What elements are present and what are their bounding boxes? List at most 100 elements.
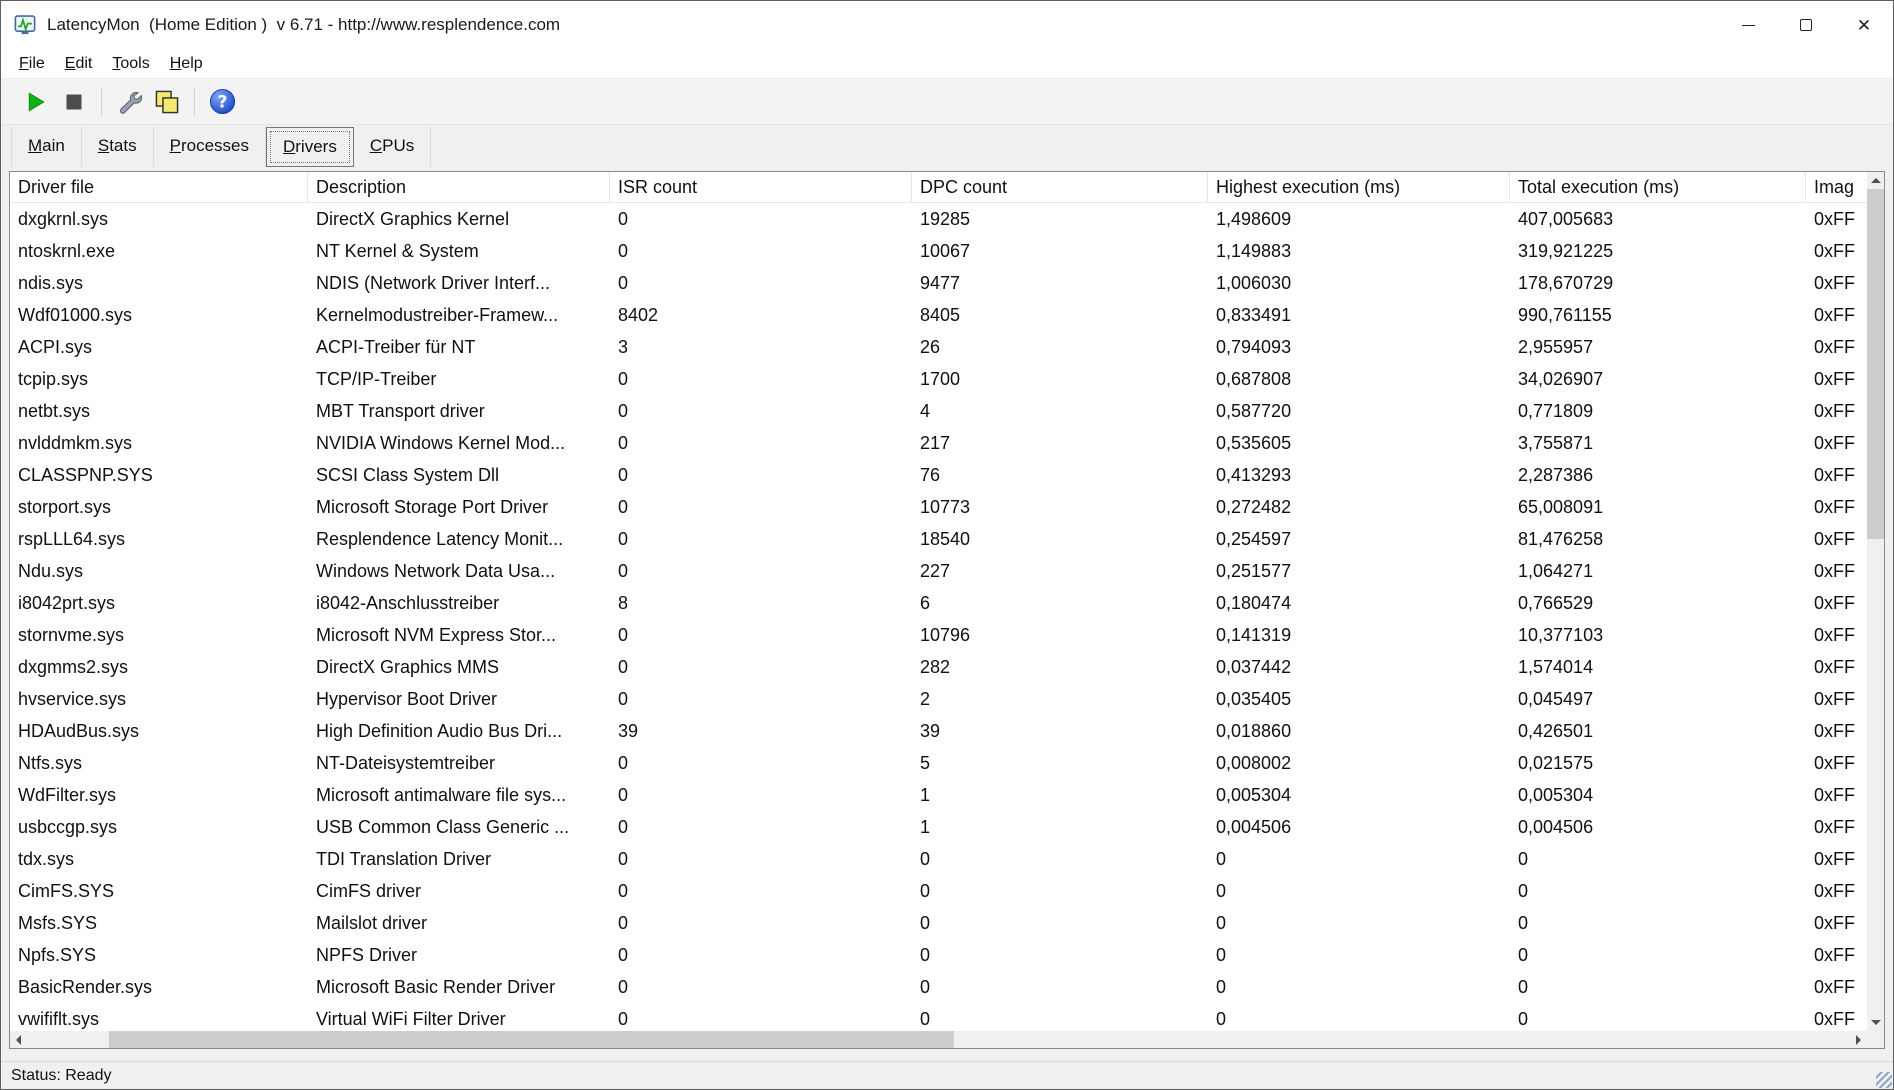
tab-stats[interactable]: Stats <box>82 127 154 167</box>
scroll-up-button[interactable] <box>1867 172 1884 189</box>
scroll-down-button[interactable] <box>1867 1014 1884 1031</box>
horizontal-scrollbar[interactable] <box>10 1031 1867 1048</box>
resize-grip[interactable] <box>1876 1072 1892 1088</box>
table-cell: 0xFF <box>1814 369 1856 389</box>
table-cell: 8402 <box>618 305 659 325</box>
table-cell: 0,004506 <box>1518 817 1594 837</box>
table-cell: 0 <box>920 881 931 901</box>
table-cell: 0 <box>920 1009 931 1029</box>
table-cell: 282 <box>920 657 951 677</box>
table-row[interactable]: Npfs.SYS NPFS Driver 0 0 0 0 0xFF <box>10 939 1867 971</box>
table-row[interactable]: tcpip.sys TCP/IP-Treiber 0 1700 0,687808 34,0… <box>10 363 1867 395</box>
menu-file[interactable]: File <box>9 49 55 78</box>
table-row[interactable]: ACPI.sys ACPI-Treiber für NT 3 26 0,794093 2,… <box>10 331 1867 363</box>
vertical-scrollbar-thumb[interactable] <box>1867 189 1884 539</box>
scroll-left-button[interactable] <box>10 1031 27 1048</box>
table-cell: CimFS driver <box>316 881 422 901</box>
table-cell: 0xFF <box>1814 945 1856 965</box>
menu-help[interactable]: Help <box>160 49 213 78</box>
tab-processes[interactable]: Processes <box>154 127 266 167</box>
table-cell: SCSI Class System Dll <box>316 465 500 485</box>
table-row[interactable]: BasicRender.sys Microsoft Basic Render Dr… <box>10 971 1867 1003</box>
table-cell: 0,587720 <box>1216 401 1292 421</box>
table-cell: nvlddmkm.sys <box>18 433 133 453</box>
table-cell: DirectX Graphics Kernel <box>316 209 510 229</box>
table-cell: 0 <box>618 849 629 869</box>
column-header-highest-execution-ms-[interactable]: Highest execution (ms) <box>1208 172 1510 202</box>
table-cell: 0,037442 <box>1216 657 1292 677</box>
table-row[interactable]: Ndu.sys Windows Network Data Usa... 0 227 0,… <box>10 555 1867 587</box>
tab-cpus[interactable]: CPUs <box>354 127 432 167</box>
table-row[interactable]: Ntfs.sys NT-Dateisystemtreiber 0 5 0,008002 0… <box>10 747 1867 779</box>
column-header-description[interactable]: Description <box>308 172 610 202</box>
tab-drivers[interactable]: Drivers <box>265 127 354 167</box>
table-cell: 10796 <box>920 625 971 645</box>
scroll-right-button[interactable] <box>1850 1031 1867 1048</box>
minimize-button[interactable] <box>1719 1 1777 49</box>
table-row[interactable]: HDAudBus.sys High Definition Audio Bus Dr… <box>10 715 1867 747</box>
stop-monitor-button[interactable] <box>55 83 93 121</box>
tab-main[interactable]: Main <box>11 127 82 167</box>
column-header-total-execution-ms-[interactable]: Total execution (ms) <box>1510 172 1806 202</box>
table-row[interactable]: hvservice.sys Hypervisor Boot Driver 0 2 0,0… <box>10 683 1867 715</box>
column-header-driver-file[interactable]: Driver file <box>10 172 308 202</box>
table-cell: 0 <box>618 561 629 581</box>
close-button[interactable]: ✕ <box>1835 1 1893 49</box>
table-cell: 178,670729 <box>1518 273 1614 293</box>
table-cell: Npfs.SYS <box>18 945 97 965</box>
table-row[interactable]: CLASSPNP.SYS SCSI Class System Dll 0 76 0,41… <box>10 459 1867 491</box>
table-cell: 0xFF <box>1814 977 1856 997</box>
table-cell: Kernelmodustreiber-Framew... <box>316 305 559 325</box>
table-row[interactable]: CimFS.SYS CimFS driver 0 0 0 0 0xFF <box>10 875 1867 907</box>
vertical-scrollbar[interactable] <box>1867 172 1884 1031</box>
titlebar: LatencyMon (Home Edition ) v 6.71 - http… <box>1 1 1893 49</box>
table-cell: 1 <box>920 817 931 837</box>
table-cell: 0 <box>920 913 931 933</box>
table-cell: 0,045497 <box>1518 689 1594 709</box>
table-row[interactable]: netbt.sys MBT Transport driver 0 4 0,587720 0… <box>10 395 1867 427</box>
table-cell: 0xFF <box>1814 529 1856 549</box>
table-cell: WdFilter.sys <box>18 785 117 805</box>
toolbar-separator <box>194 87 195 116</box>
table-cell: 1,149883 <box>1216 241 1292 261</box>
table-row[interactable]: usbccgp.sys USB Common Class Generic ... 0… <box>10 811 1867 843</box>
table-cell: 0 <box>920 977 931 997</box>
table-row[interactable]: Msfs.SYS Mailslot driver 0 0 0 0 0xFF <box>10 907 1867 939</box>
help-button[interactable]: ? <box>203 83 241 121</box>
table-cell: 0 <box>618 401 629 421</box>
table-cell: 0,535605 <box>1216 433 1292 453</box>
table-row[interactable]: vwififlt.sys Virtual WiFi Filter Driver 0 0… <box>10 1003 1867 1031</box>
start-monitor-button[interactable] <box>17 83 55 121</box>
maximize-button[interactable] <box>1777 1 1835 49</box>
table-cell: 0 <box>618 273 629 293</box>
column-header-isr-count[interactable]: ISR count <box>610 172 912 202</box>
horizontal-scrollbar-thumb[interactable] <box>109 1031 954 1048</box>
table-cell: tdx.sys <box>18 849 75 869</box>
menu-tools[interactable]: Tools <box>102 49 159 78</box>
table-cell: 0 <box>920 945 931 965</box>
close-icon: ✕ <box>1856 15 1872 35</box>
copy-report-button[interactable] <box>148 83 186 121</box>
table-row[interactable]: WdFilter.sys Microsoft antimalware file s… <box>10 779 1867 811</box>
table-cell: hvservice.sys <box>18 689 127 709</box>
table-row[interactable]: Wdf01000.sys Kernelmodustreiber-Framew...… <box>10 299 1867 331</box>
menu-edit[interactable]: Edit <box>55 49 103 78</box>
table-row[interactable]: nvlddmkm.sys NVIDIA Windows Kernel Mod...… <box>10 427 1867 459</box>
table-cell: Windows Network Data Usa... <box>316 561 556 581</box>
table-row[interactable]: dxgkrnl.sys DirectX Graphics Kernel 0 19285… <box>10 203 1867 235</box>
table-row[interactable]: ndis.sys NDIS (Network Driver Interf... 0 9… <box>10 267 1867 299</box>
table-row[interactable]: ntoskrnl.exe NT Kernel & System 0 10067 1,14… <box>10 235 1867 267</box>
options-button[interactable] <box>110 83 148 121</box>
table-cell: 0 <box>618 241 629 261</box>
table-row[interactable]: tdx.sys TDI Translation Driver 0 0 0 0 0xFF <box>10 843 1867 875</box>
table-row[interactable]: rspLLL64.sys Resplendence Latency Monit..… <box>10 523 1867 555</box>
column-header-dpc-count[interactable]: DPC count <box>912 172 1208 202</box>
table-cell: vwififlt.sys <box>18 1009 99 1029</box>
window-controls: ✕ <box>1719 1 1893 49</box>
column-header-imag[interactable]: Imag <box>1806 172 1867 202</box>
table-row[interactable]: i8042prt.sys i8042-Anschlusstreiber 8 6 0,18… <box>10 587 1867 619</box>
table-row[interactable]: stornvme.sys Microsoft NVM Express Stor..… <box>10 619 1867 651</box>
table-cell: 8405 <box>920 305 961 325</box>
table-row[interactable]: dxgmms2.sys DirectX Graphics MMS 0 282 0,037… <box>10 651 1867 683</box>
table-row[interactable]: storport.sys Microsoft Storage Port Drive… <box>10 491 1867 523</box>
